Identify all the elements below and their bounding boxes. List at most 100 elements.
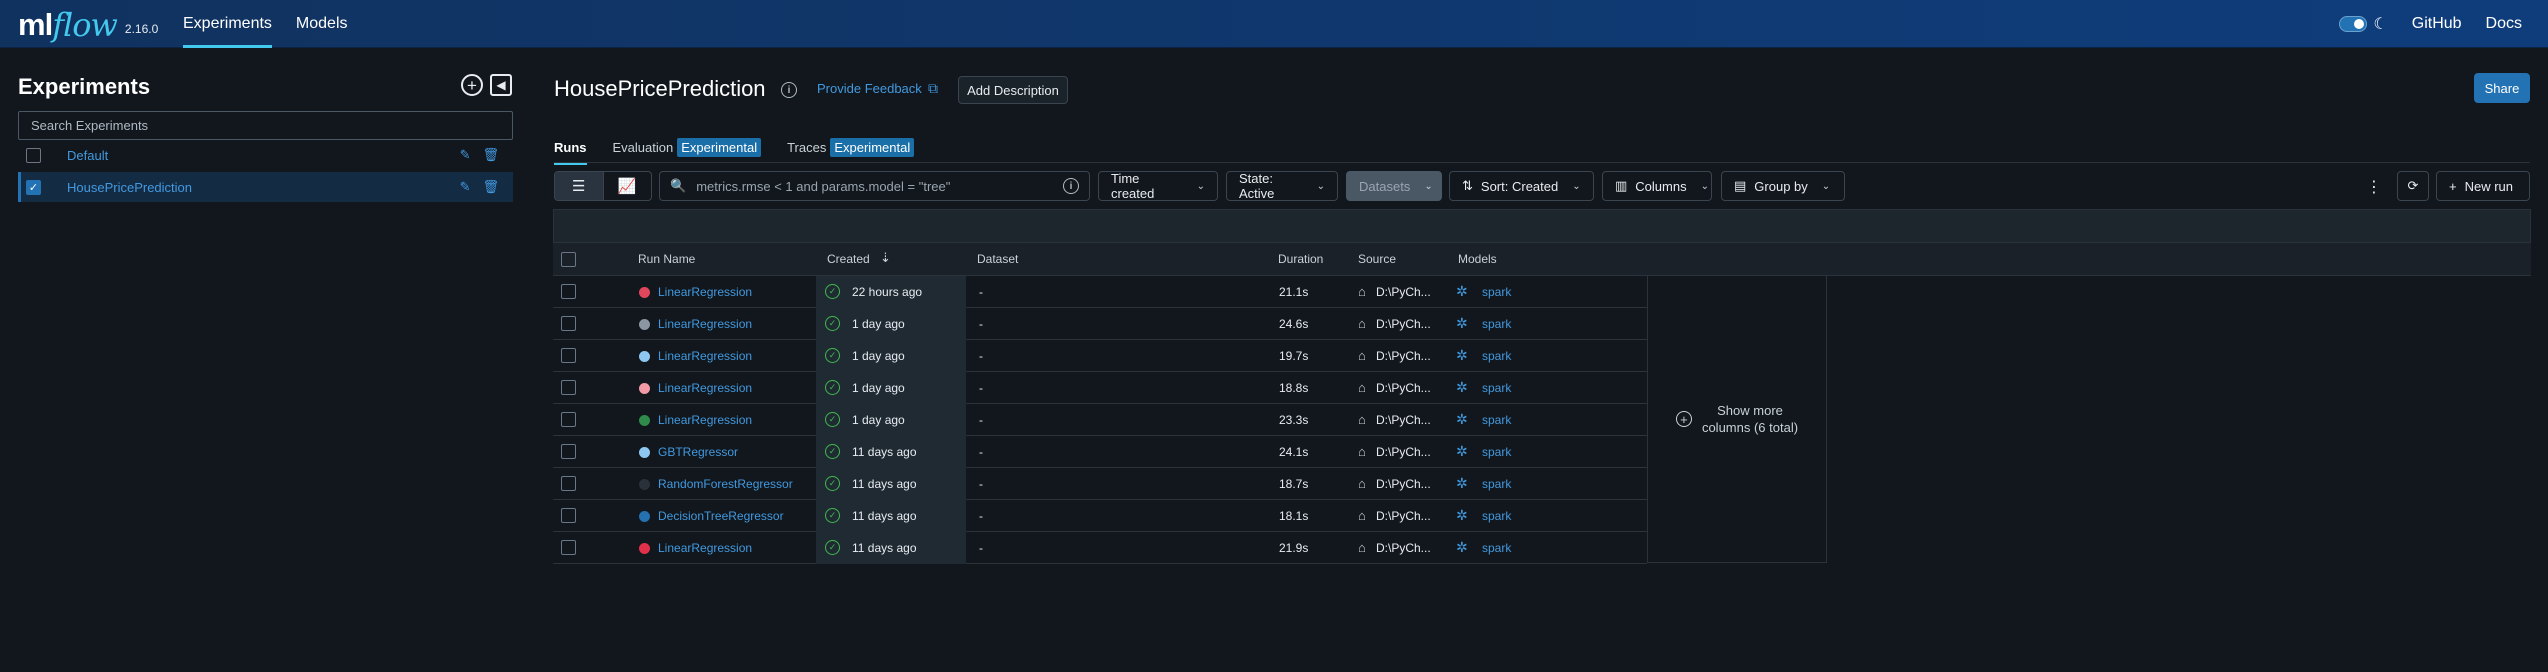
source-value[interactable]: D:\PyCh... [1376, 445, 1431, 459]
experiment-item-default[interactable]: Default ✎ 🗑 [18, 140, 513, 170]
experiment-checkbox[interactable]: ✓ [26, 179, 41, 195]
header-dataset[interactable]: Dataset [977, 252, 1018, 266]
header-run-name[interactable]: Run Name [638, 252, 695, 266]
model-link[interactable]: spark [1482, 349, 1511, 363]
run-color-dot[interactable] [639, 511, 650, 522]
tab-evaluation[interactable]: Evaluation Experimental [613, 133, 762, 161]
table-row[interactable]: LinearRegression ✓ 1 day ago - 23.3s ⌂ D:\PyCh… [553, 404, 1647, 436]
table-row[interactable]: LinearRegression ✓ 1 day ago - 18.8s ⌂ D:\PyCh… [553, 372, 1647, 404]
trash-icon[interactable]: 🗑 [482, 179, 499, 195]
source-value[interactable]: D:\PyCh... [1376, 285, 1431, 299]
run-color-dot[interactable] [639, 319, 650, 330]
model-link[interactable]: spark [1482, 413, 1511, 427]
run-name-link[interactable]: RandomForestRegressor [658, 477, 793, 491]
run-name-link[interactable]: GBTRegressor [658, 445, 738, 459]
run-color-dot[interactable] [639, 383, 650, 394]
sort-dropdown[interactable]: ⇅ Sort: Created ⌄ [1449, 171, 1594, 201]
run-name-link[interactable]: LinearRegression [658, 285, 752, 299]
model-link[interactable]: spark [1482, 477, 1511, 491]
table-row[interactable]: RandomForestRegressor ✓ 11 days ago - 18.7s ⌂… [553, 468, 1647, 500]
table-row[interactable]: LinearRegression ✓ 22 hours ago - 21.1s ⌂ D:\P… [553, 276, 1647, 308]
row-checkbox[interactable] [561, 316, 576, 331]
edit-icon[interactable]: ✎ [460, 179, 471, 195]
search-experiments-input[interactable]: Search Experiments [18, 111, 513, 140]
share-button[interactable]: Share [2474, 73, 2530, 103]
run-color-dot[interactable] [639, 543, 650, 554]
run-color-dot[interactable] [639, 287, 650, 298]
source-value[interactable]: D:\PyCh... [1376, 413, 1431, 427]
row-checkbox[interactable] [561, 284, 576, 299]
create-experiment-icon[interactable]: + [461, 74, 483, 96]
info-icon[interactable]: i [781, 82, 797, 98]
runs-search-input[interactable]: 🔍 metrics.rmse < 1 and params.model = "t… [659, 171, 1090, 201]
header-duration[interactable]: Duration [1278, 252, 1323, 266]
refresh-icon[interactable]: ⟳ [2397, 171, 2429, 201]
trash-icon[interactable]: 🗑 [482, 147, 499, 163]
sort-direction-icon[interactable]: ⇣ [880, 250, 891, 266]
table-row[interactable]: LinearRegression ✓ 1 day ago - 24.6s ⌂ D:\PyCh… [553, 308, 1647, 340]
row-checkbox[interactable] [561, 508, 576, 523]
experiment-name[interactable]: Default [67, 148, 108, 163]
edit-icon[interactable]: ✎ [460, 147, 471, 163]
source-value[interactable]: D:\PyCh... [1376, 317, 1431, 331]
experiment-checkbox[interactable] [26, 147, 41, 163]
time-created-dropdown[interactable]: Time created ⌄ [1098, 171, 1218, 201]
chart-view-icon[interactable]: 📈 [604, 172, 652, 200]
source-value[interactable]: D:\PyCh... [1376, 349, 1431, 363]
collapse-sidebar-icon[interactable]: ◀ [490, 74, 512, 96]
row-checkbox[interactable] [561, 444, 576, 459]
run-color-dot[interactable] [639, 479, 650, 490]
columns-dropdown[interactable]: ▥ Columns ⌄ [1602, 171, 1712, 201]
view-mode-toggle[interactable]: ☰ 📈 [554, 171, 652, 201]
source-value[interactable]: D:\PyCh... [1376, 381, 1431, 395]
tab-runs[interactable]: Runs [554, 133, 587, 165]
show-more-columns-panel[interactable]: + Show more columns (6 total) [1647, 276, 1827, 563]
mlflow-logo[interactable]: ml flow 2.16.0 [18, 6, 158, 43]
add-description-button[interactable]: Add Description [958, 76, 1068, 104]
experiment-name[interactable]: HousePricePrediction [67, 180, 192, 195]
run-name-link[interactable]: LinearRegression [658, 413, 752, 427]
model-link[interactable]: spark [1482, 285, 1511, 299]
source-value[interactable]: D:\PyCh... [1376, 477, 1431, 491]
nav-experiments[interactable]: Experiments [183, 0, 272, 48]
row-checkbox[interactable] [561, 412, 576, 427]
run-name-link[interactable]: LinearRegression [658, 349, 752, 363]
run-name-link[interactable]: LinearRegression [658, 317, 752, 331]
row-checkbox[interactable] [561, 380, 576, 395]
model-link[interactable]: spark [1482, 541, 1511, 555]
experiment-item-housepriceprediction[interactable]: ✓ HousePricePrediction ✎ 🗑 [18, 172, 513, 202]
run-name-link[interactable]: LinearRegression [658, 541, 752, 555]
header-source[interactable]: Source [1358, 252, 1396, 266]
select-all-checkbox[interactable] [561, 252, 576, 267]
source-value[interactable]: D:\PyCh... [1376, 541, 1431, 555]
run-name-link[interactable]: DecisionTreeRegressor [658, 509, 784, 523]
run-name-link[interactable]: LinearRegression [658, 381, 752, 395]
tab-traces[interactable]: Traces Experimental [787, 133, 915, 161]
list-view-icon[interactable]: ☰ [555, 172, 604, 200]
docs-link[interactable]: Docs [2486, 15, 2522, 33]
source-value[interactable]: D:\PyCh... [1376, 509, 1431, 523]
datasets-dropdown[interactable]: Datasets ⌄ [1346, 171, 1442, 201]
table-row[interactable]: DecisionTreeRegressor ✓ 11 days ago - 18.1s ⌂… [553, 500, 1647, 532]
model-link[interactable]: spark [1482, 381, 1511, 395]
dark-mode-toggle[interactable] [2339, 16, 2368, 32]
new-run-button[interactable]: + New run [2436, 171, 2530, 201]
model-link[interactable]: spark [1482, 445, 1511, 459]
row-checkbox[interactable] [561, 540, 576, 555]
row-checkbox[interactable] [561, 348, 576, 363]
run-color-dot[interactable] [639, 351, 650, 362]
state-dropdown[interactable]: State: Active ⌄ [1226, 171, 1338, 201]
table-row[interactable]: LinearRegression ✓ 1 day ago - 19.7s ⌂ D:\PyCh… [553, 340, 1647, 372]
table-row[interactable]: GBTRegressor ✓ 11 days ago - 24.1s ⌂ D:\PyCh..… [553, 436, 1647, 468]
search-help-icon[interactable]: i [1063, 178, 1079, 194]
provide-feedback-link[interactable]: Provide Feedback [817, 81, 922, 96]
row-checkbox[interactable] [561, 476, 576, 491]
table-row[interactable]: LinearRegression ✓ 11 days ago - 21.9s ⌂ D:\Py… [553, 532, 1647, 564]
nav-models[interactable]: Models [296, 0, 348, 48]
model-link[interactable]: spark [1482, 317, 1511, 331]
run-color-dot[interactable] [639, 447, 650, 458]
github-link[interactable]: GitHub [2412, 15, 2462, 33]
model-link[interactable]: spark [1482, 509, 1511, 523]
more-options-icon[interactable]: ⋮ [2366, 177, 2382, 197]
header-models[interactable]: Models [1458, 252, 1497, 266]
